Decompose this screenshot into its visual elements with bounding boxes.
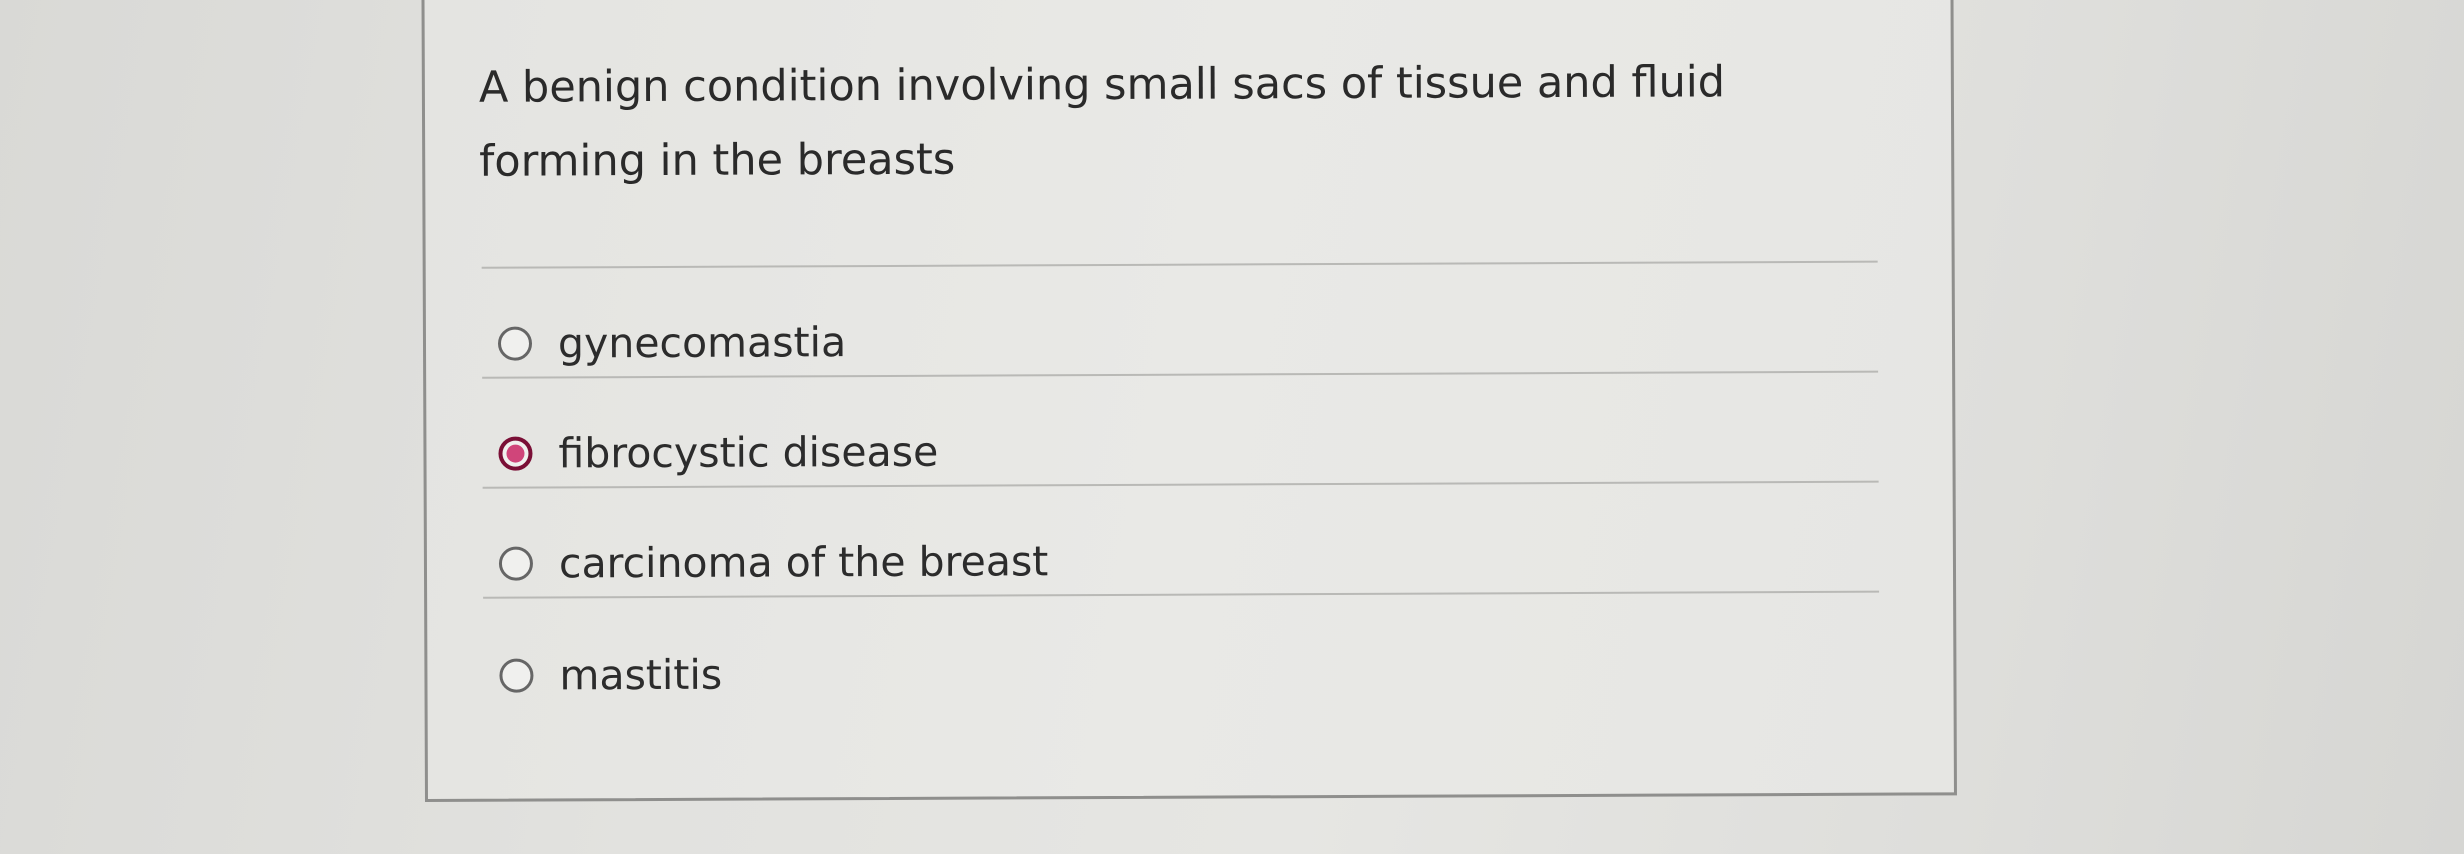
divider: [482, 370, 1879, 379]
option-fibrocystic-disease[interactable]: fibrocystic disease: [498, 428, 938, 478]
option-label: gynecomastia: [557, 318, 847, 368]
radio-button-checked[interactable]: [498, 436, 533, 471]
option-gynecomastia[interactable]: gynecomastia: [497, 318, 847, 368]
option-carcinoma-of-the-breast[interactable]: carcinoma of the breast: [498, 537, 1049, 588]
option-mastitis[interactable]: mastitis: [499, 651, 722, 700]
question-card: A benign condition involving small sacs …: [421, 0, 1957, 803]
question-text: A benign condition involving small sacs …: [478, 57, 1726, 187]
divider: [481, 260, 1878, 269]
divider: [482, 480, 1879, 489]
divider: [483, 590, 1880, 599]
option-label: carcinoma of the breast: [558, 537, 1049, 588]
option-label: fibrocystic disease: [558, 427, 939, 478]
option-label: mastitis: [559, 650, 723, 700]
radio-button-unchecked[interactable]: [498, 546, 534, 581]
radio-button-unchecked[interactable]: [499, 658, 534, 693]
radio-button-unchecked[interactable]: [497, 326, 533, 361]
